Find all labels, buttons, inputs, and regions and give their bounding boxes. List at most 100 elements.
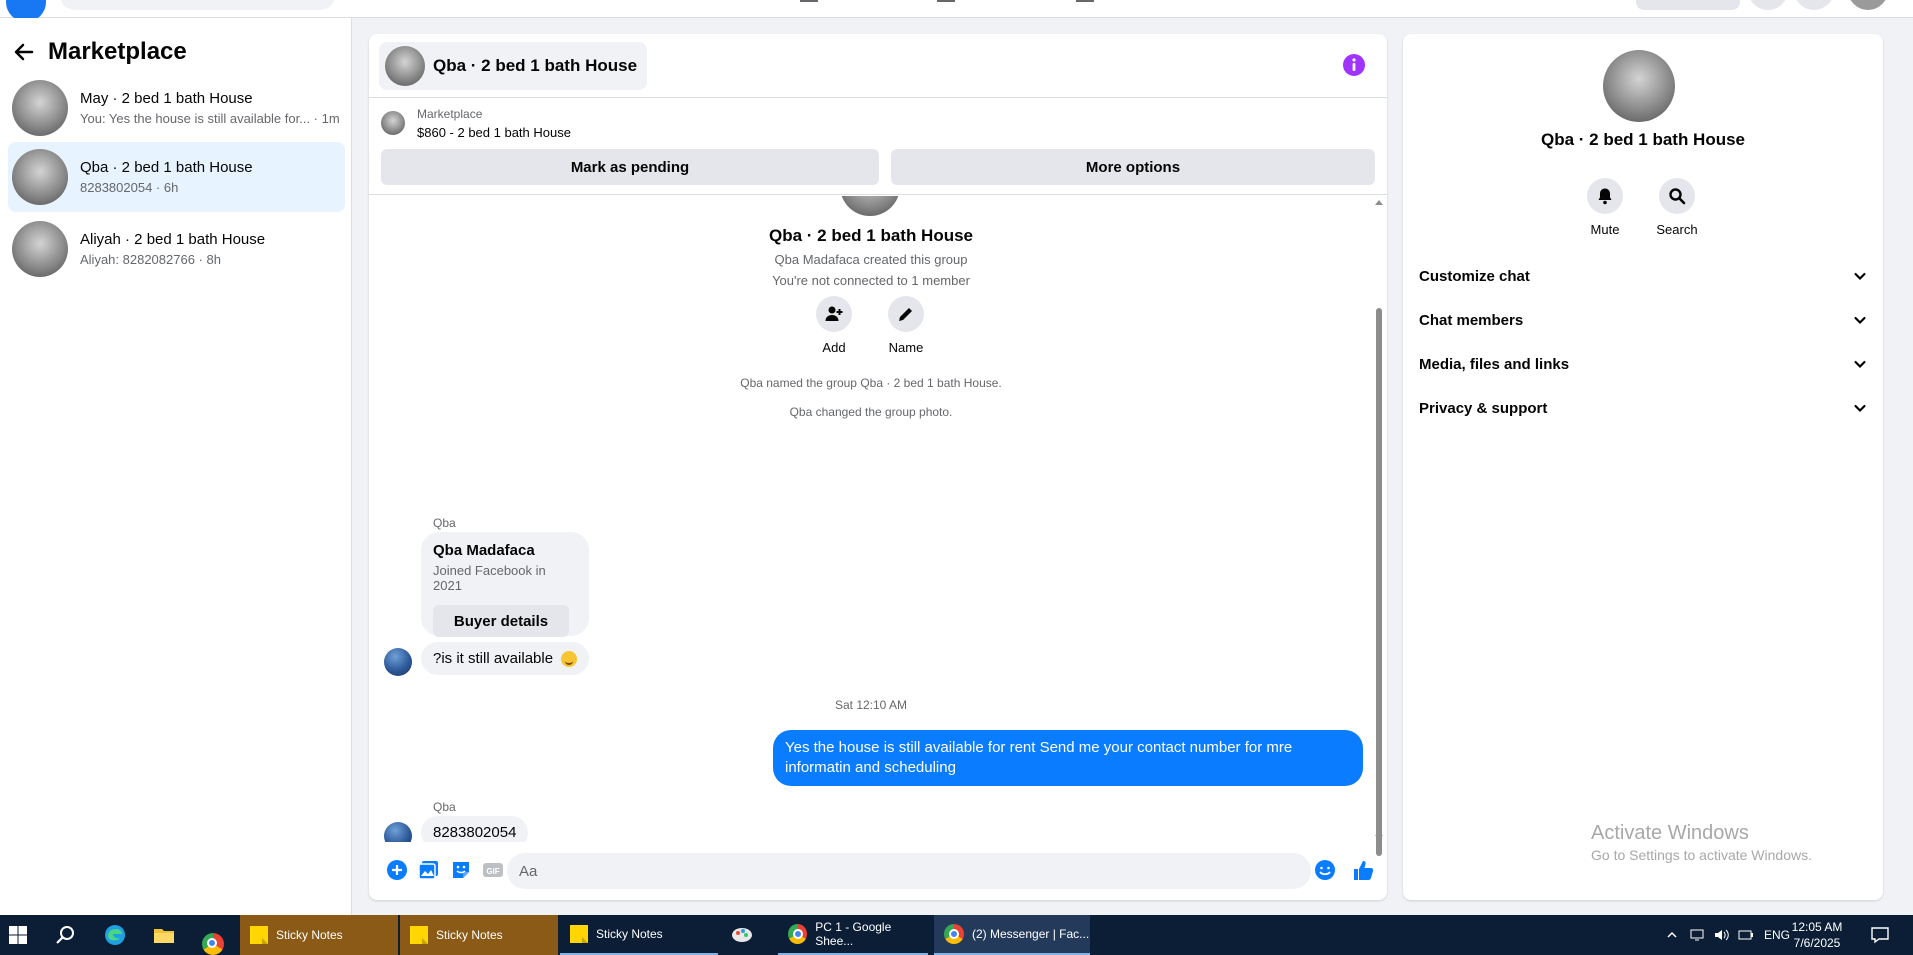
conversation-name: May · 2 bed 1 bath House [80,90,253,107]
taskbar-app-label: PC 1 - Google Shee... [815,920,892,948]
taskbar-sticky-notes-3[interactable]: Sticky Notes [560,915,718,955]
chat-title-chip[interactable]: Qba · 2 bed 1 bath House [379,42,648,90]
sender-avatar[interactable] [384,822,412,842]
taskbar-sticky-notes-2[interactable]: Sticky Notes [400,915,558,955]
section-label: Privacy & support [1419,399,1548,417]
volume-icon[interactable] [1714,928,1730,942]
chrome-icon [788,924,808,944]
edge-browser-icon[interactable] [103,923,127,947]
outgoing-message[interactable]: Yes the house is still available for ren… [773,730,1363,786]
chat-title: Qba · 2 bed 1 bath House [433,56,638,75]
clock-time: 12:05 AM [1791,920,1843,934]
top-search-bar[interactable] [60,0,335,10]
mute-action[interactable]: Mute [1575,178,1635,237]
top-create-button[interactable] [1636,0,1740,10]
network-icon[interactable] [1690,928,1706,942]
conversation-item[interactable]: May · 2 bed 1 bath House You: Yes the ho… [8,73,345,143]
gif-icon[interactable]: GIF [482,859,504,881]
section-label: Customize chat [1419,267,1530,285]
mute-label: Mute [1590,222,1620,237]
scroll-thumb[interactable] [1376,308,1382,856]
back-arrow-icon[interactable] [12,40,36,64]
smiling-emoji-icon [561,651,578,668]
chevron-down-icon [1854,272,1866,281]
info-panel-avatar[interactable] [1603,50,1675,122]
emoji-icon[interactable] [1314,859,1336,881]
add-person-icon [825,306,843,321]
search-action[interactable]: Search [1647,178,1707,237]
nav-video-icon[interactable] [937,0,955,2]
customize-chat-section[interactable]: Customize chat [1419,256,1877,296]
taskbar-sticky-notes-1[interactable]: Sticky Notes [240,915,398,955]
add-label: Add [822,340,846,355]
message-composer: GIF [369,842,1387,900]
privacy-support-section[interactable]: Privacy & support [1419,388,1877,428]
conversation-preview: You: Yes the house is still available fo… [80,111,340,126]
conversation-avatar [12,149,68,205]
chat-members-section[interactable]: Chat members [1419,300,1877,340]
listing-bar: Marketplace $860 - 2 bed 1 bath House Ma… [369,99,1387,195]
photo-icon[interactable] [418,859,440,881]
listing-label: Marketplace [417,107,483,121]
group-connection-text: You're not connected to 1 member [772,273,970,288]
watermark-title: Activate Windows [1591,822,1749,844]
conversation-item-active[interactable]: Qba · 2 bed 1 bath House 8283802054 · 6h [8,142,345,212]
taskbar-app-label: (2) Messenger | Fac... [972,927,1090,941]
message-scrollbar[interactable] [1372,200,1386,856]
message-input[interactable] [507,853,1311,889]
conversation-name: Qba · 2 bed 1 bath House [80,159,253,176]
conversation-name: Aliyah · 2 bed 1 bath House [80,231,266,248]
conversation-item[interactable]: Aliyah · 2 bed 1 bath House Aliyah: 8282… [8,214,345,284]
plus-circle-icon[interactable] [386,859,408,881]
section-label: Chat members [1419,311,1524,329]
windows-taskbar: Sticky Notes Sticky Notes Sticky Notes P… [0,915,1913,955]
listing-price-title[interactable]: $860 - 2 bed 1 bath House [417,125,571,140]
section-label: Media, files and links [1419,355,1570,373]
chrome-icon[interactable] [202,933,224,955]
media-files-links-section[interactable]: Media, files and links [1419,344,1877,384]
paint-app-icon[interactable] [730,923,754,947]
sidebar-title: Marketplace [48,38,187,65]
sender-avatar[interactable] [384,648,412,676]
buyer-details-button[interactable]: Buyer details [433,605,569,637]
scroll-up-arrow-icon[interactable] [1375,200,1383,205]
more-options-button[interactable]: More options [891,149,1375,185]
taskbar-app-label: Sticky Notes [436,928,503,942]
thumbs-up-icon[interactable] [1352,859,1374,881]
svg-text:GIF: GIF [486,867,499,876]
name-label: Name [888,340,924,355]
conversation-avatar [12,221,68,277]
top-messenger-button[interactable] [1794,0,1834,10]
notification-icon[interactable] [1870,925,1890,945]
name-group-action[interactable]: Name [886,296,926,355]
buyer-joined-text: Joined Facebook in 2021 [433,563,546,593]
taskbar-clock[interactable]: 12:05 AM 7/6/2025 [1778,919,1856,951]
listing-thumbnail[interactable] [381,111,405,135]
search-label: Search [1656,222,1698,237]
buyer-name: Qba Madafaca [433,542,535,559]
info-icon[interactable] [1343,54,1365,76]
search-icon[interactable] [54,923,78,947]
profile-avatar[interactable] [1848,0,1888,10]
file-explorer-icon[interactable] [152,923,176,947]
incoming-message[interactable]: ?is it still available [421,642,590,676]
nav-home-icon[interactable] [800,0,818,2]
taskbar-google-sheets-window[interactable]: PC 1 - Google Shee... [778,915,928,955]
scroll-down-arrow-icon[interactable] [1375,835,1383,840]
sticker-icon[interactable] [450,859,472,881]
top-menu-button[interactable] [1748,0,1788,10]
mark-as-pending-button[interactable]: Mark as pending [381,149,879,185]
sidebar-header: Marketplace [12,32,187,72]
chat-info-panel: Qba · 2 bed 1 bath House Mute Search Cus… [1403,34,1883,900]
message-text: ?is it still available [433,650,554,667]
sticky-notes-icon [410,926,428,944]
windows-start-icon[interactable] [6,923,30,947]
add-member-action[interactable]: Add [814,296,854,355]
watermark-subtitle: Go to Settings to activate Windows. [1591,847,1812,863]
nav-marketplace-icon[interactable] [1076,0,1094,2]
battery-icon[interactable] [1738,928,1754,942]
incoming-message[interactable]: 8283802054 [421,816,529,842]
taskbar-messenger-window[interactable]: (2) Messenger | Fac... [934,915,1090,955]
system-message: Qba named the group Qba · 2 bed 1 bath H… [740,376,1002,390]
chevron-up-icon[interactable] [1666,929,1678,941]
